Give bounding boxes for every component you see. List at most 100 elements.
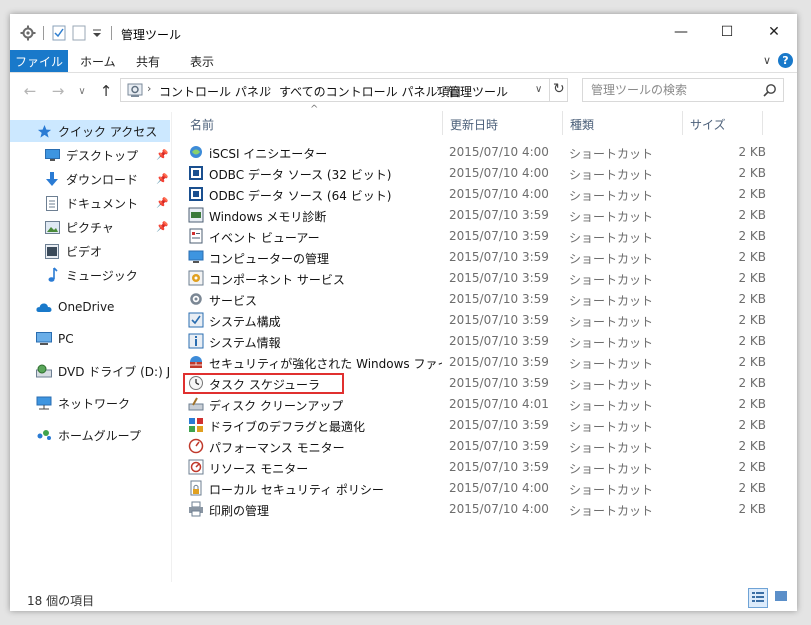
column-header-date[interactable]: 更新日時 [450, 116, 498, 133]
pictures-icon [44, 219, 60, 235]
minimize-button[interactable]: — [658, 14, 704, 50]
address-bar[interactable]: › コントロール パネル › すべてのコントロール パネル項目 › 管理ツール … [120, 78, 568, 102]
sidebar-item-music[interactable]: ミュージック [10, 264, 170, 286]
file-date: 2015/07/10 4:00 [449, 481, 549, 495]
column-divider[interactable] [442, 111, 443, 135]
breadcrumb-separator[interactable]: › [147, 82, 151, 95]
sidebar-item-network[interactable]: ネットワーク [10, 392, 170, 414]
customize-quick-access-icon[interactable] [92, 24, 102, 42]
column-header-name[interactable]: 名前 [190, 116, 214, 133]
sidebar-item-desktop[interactable]: デスクトップ 📌 [10, 144, 170, 166]
sidebar-item-downloads[interactable]: ダウンロード 📌 [10, 168, 170, 190]
app-gear-icon[interactable] [20, 24, 36, 42]
file-name: コンピューターの管理 [209, 252, 330, 266]
toolbar-divider [43, 26, 44, 40]
breadcrumb-separator[interactable]: › [436, 82, 440, 95]
sidebar-item-homegroup[interactable]: ホームグループ [10, 424, 170, 446]
new-folder-icon[interactable] [72, 24, 86, 42]
list-item[interactable]: システム情報 2015/07/10 3:59 ショートカット 2 KB [182, 331, 772, 352]
list-item[interactable]: リソース モニター 2015/07/10 3:59 ショートカット 2 KB [182, 457, 772, 478]
tab-home[interactable]: ホーム [80, 50, 116, 72]
sidebar-item-label: ダウンロード [66, 172, 139, 187]
details-view-button[interactable] [748, 588, 768, 608]
sidebar-item-label: デスクトップ [66, 148, 139, 163]
tab-share[interactable]: 共有 [136, 50, 160, 72]
sidebar-item-quick-access[interactable]: クイック アクセス [10, 120, 170, 142]
forward-button[interactable]: → [48, 80, 68, 102]
pin-icon[interactable]: 📌 [156, 222, 168, 233]
item-count-status: 18 個の項目 [27, 594, 95, 608]
file-type: ショートカット [569, 357, 654, 371]
close-button[interactable]: ✕ [751, 14, 797, 50]
sidebar-item-videos[interactable]: ビデオ [10, 240, 170, 262]
search-input[interactable] [591, 81, 761, 99]
defragment-icon [188, 417, 204, 433]
breadcrumb-separator[interactable]: › [267, 82, 271, 95]
back-button[interactable]: ← [20, 80, 40, 102]
column-header-size[interactable]: サイズ [690, 116, 726, 133]
address-divider [549, 79, 550, 101]
column-header-type[interactable]: 種類 [570, 116, 594, 133]
list-item[interactable]: サービス 2015/07/10 3:59 ショートカット 2 KB [182, 289, 772, 310]
pane-splitter[interactable] [171, 112, 172, 582]
pin-icon[interactable]: 📌 [156, 198, 168, 209]
column-divider[interactable] [562, 111, 563, 135]
up-button[interactable]: ↑ [96, 80, 116, 102]
sidebar-item-documents[interactable]: ドキュメント 📌 [10, 192, 170, 214]
sidebar-item-pictures[interactable]: ピクチャ 📌 [10, 216, 170, 238]
sidebar-item-pc[interactable]: PC [10, 328, 170, 350]
list-item[interactable]: ODBC データ ソース (64 ビット) 2015/07/10 4:00 ショ… [182, 184, 772, 205]
file-name: システム構成 [209, 315, 281, 329]
tab-view[interactable]: 表示 [190, 50, 214, 72]
properties-icon[interactable] [52, 24, 66, 42]
search-box[interactable] [582, 78, 784, 102]
maximize-button[interactable]: ☐ [704, 14, 750, 50]
file-type: ショートカット [569, 315, 654, 329]
list-item[interactable]: パフォーマンス モニター 2015/07/10 3:59 ショートカット 2 K… [182, 436, 772, 457]
file-type: ショートカット [569, 441, 654, 455]
list-item[interactable]: ODBC データ ソース (32 ビット) 2015/07/10 4:00 ショ… [182, 163, 772, 184]
file-type: ショートカット [569, 168, 654, 182]
file-date: 2015/07/10 3:59 [449, 418, 549, 432]
list-item[interactable]: ドライブのデフラグと最適化 2015/07/10 3:59 ショートカット 2 … [182, 415, 772, 436]
file-type: ショートカット [569, 483, 654, 497]
list-item[interactable]: iSCSI イニシエーター 2015/07/10 4:00 ショートカット 2 … [182, 142, 772, 163]
refresh-button[interactable]: ↻ [553, 81, 565, 97]
help-icon[interactable]: ? [778, 53, 793, 68]
file-size: 2 KB [738, 313, 766, 327]
address-dropdown-icon[interactable]: ∨ [535, 84, 542, 95]
list-item[interactable]: コンピューターの管理 2015/07/10 3:59 ショートカット 2 KB [182, 247, 772, 268]
sidebar-item-dvd-drive[interactable]: DVD ドライブ (D:) J_CCS [10, 360, 170, 382]
file-name: ローカル セキュリティ ポリシー [209, 483, 384, 497]
list-item[interactable]: ディスク クリーンアップ 2015/07/10 4:01 ショートカット 2 K… [182, 394, 772, 415]
file-date: 2015/07/10 3:59 [449, 208, 549, 222]
breadcrumb-control-panel[interactable]: コントロール パネル [159, 83, 271, 100]
column-divider[interactable] [762, 111, 763, 135]
sidebar-item-label: ビデオ [66, 244, 103, 259]
sidebar-item-onedrive[interactable]: OneDrive [10, 296, 170, 318]
sidebar-item-label: ピクチャ [66, 220, 114, 235]
tab-file[interactable]: ファイル [10, 50, 68, 72]
list-item[interactable]: コンポーネント サービス 2015/07/10 3:59 ショートカット 2 K… [182, 268, 772, 289]
pin-icon[interactable]: 📌 [156, 174, 168, 185]
large-icons-view-button[interactable] [772, 588, 790, 606]
sidebar-item-label: ミュージック [66, 268, 138, 283]
list-item[interactable]: Windows メモリ診断 2015/07/10 3:59 ショートカット 2 … [182, 205, 772, 226]
pin-icon[interactable]: 📌 [156, 150, 168, 161]
breadcrumb-admin-tools[interactable]: 管理ツール [448, 83, 508, 100]
file-type: ショートカット [569, 462, 654, 476]
component-services-icon [188, 270, 204, 286]
list-item[interactable]: システム構成 2015/07/10 3:59 ショートカット 2 KB [182, 310, 772, 331]
file-date: 2015/07/10 4:00 [449, 145, 549, 159]
column-divider[interactable] [682, 111, 683, 135]
network-icon [36, 395, 52, 411]
list-item[interactable]: セキュリティが強化された Windows ファイアウ... 2015/07/10… [182, 352, 772, 373]
expand-ribbon-chevron-icon[interactable]: ∨ [763, 54, 771, 67]
list-item[interactable]: ローカル セキュリティ ポリシー 2015/07/10 4:00 ショートカット… [182, 478, 772, 499]
details-view-icon [752, 591, 764, 606]
search-icon[interactable] [763, 83, 777, 100]
list-item[interactable]: イベント ビューアー 2015/07/10 3:59 ショートカット 2 KB [182, 226, 772, 247]
recent-locations-button[interactable]: ∨ [72, 80, 92, 102]
breadcrumb-all-items[interactable]: すべてのコントロール パネル項目 [279, 83, 462, 100]
list-item[interactable]: 印刷の管理 2015/07/10 4:00 ショートカット 2 KB [182, 499, 772, 520]
